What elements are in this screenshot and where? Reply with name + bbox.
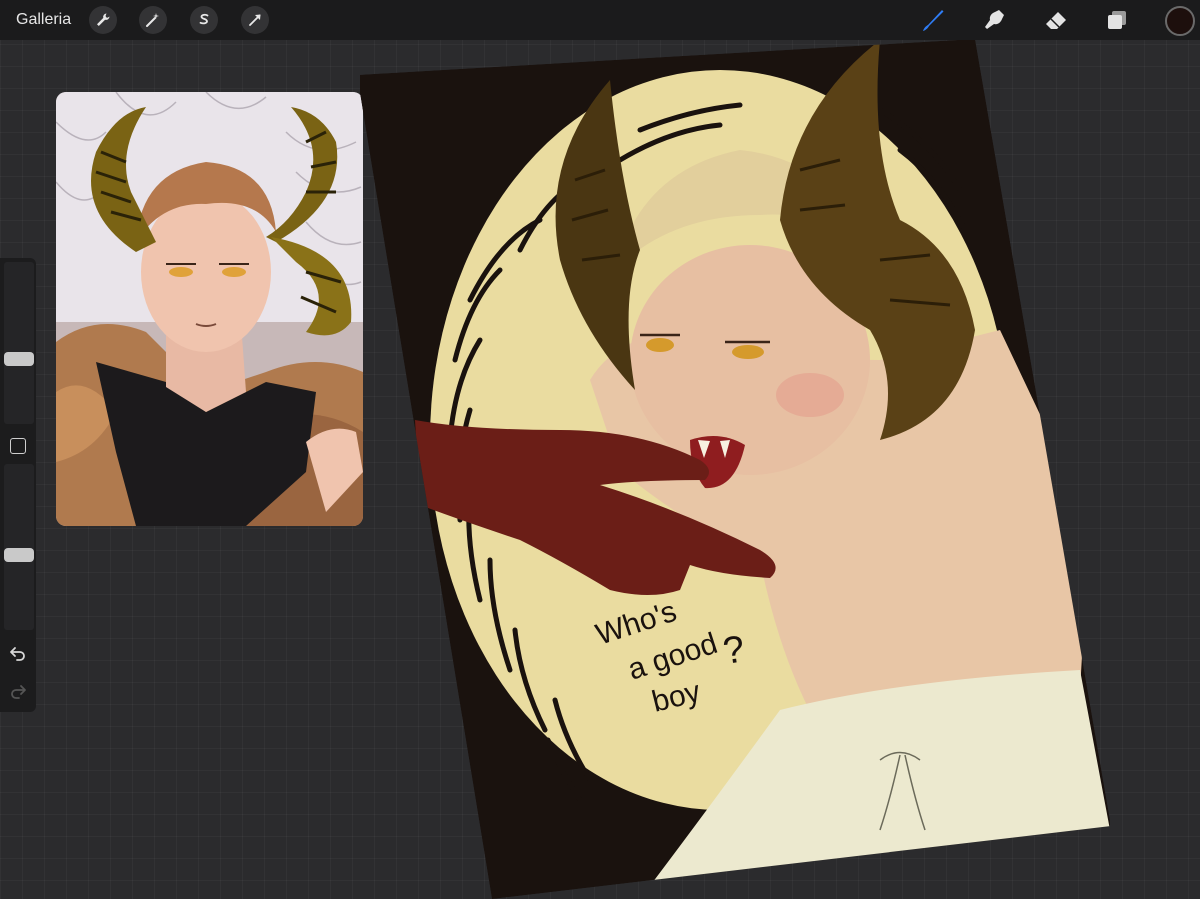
eraser-button[interactable]: [1041, 5, 1071, 35]
smudge-button[interactable]: [979, 5, 1009, 35]
eraser-icon: [1046, 12, 1066, 29]
left-sidebar: [0, 258, 36, 712]
wrench-icon: [97, 13, 110, 26]
opacity-thumb[interactable]: [4, 547, 34, 562]
selection-button[interactable]: [190, 6, 218, 34]
magic-wand-icon: [146, 13, 159, 27]
brush-size-slider[interactable]: [4, 262, 34, 424]
layers-icon: [1108, 11, 1126, 29]
gallery-button[interactable]: Galleria: [16, 10, 71, 30]
transform-button[interactable]: [241, 6, 269, 34]
adjustments-button[interactable]: [139, 6, 167, 34]
top-toolbar: Galleria: [0, 0, 1200, 40]
brush-button[interactable]: [918, 5, 948, 35]
undo-icon[interactable]: [9, 644, 27, 662]
color-picker-button[interactable]: [1165, 6, 1195, 36]
brush-size-thumb[interactable]: [4, 352, 34, 367]
modify-button[interactable]: [10, 438, 26, 454]
layers-button[interactable]: [1102, 5, 1132, 35]
selection-icon: [199, 13, 209, 25]
reference-illustration: [56, 92, 363, 526]
smudge-icon: [985, 10, 1004, 29]
redo-icon[interactable]: [9, 682, 27, 700]
transform-icon: [249, 14, 261, 26]
drawing-canvas[interactable]: Who's a good boy ?: [360, 40, 1110, 899]
procreate-workspace: Galleria Who's a good boy ?: [0, 0, 1200, 899]
brush-icon: [923, 10, 944, 31]
reference-image[interactable]: [56, 92, 363, 526]
actions-button[interactable]: [89, 6, 117, 34]
